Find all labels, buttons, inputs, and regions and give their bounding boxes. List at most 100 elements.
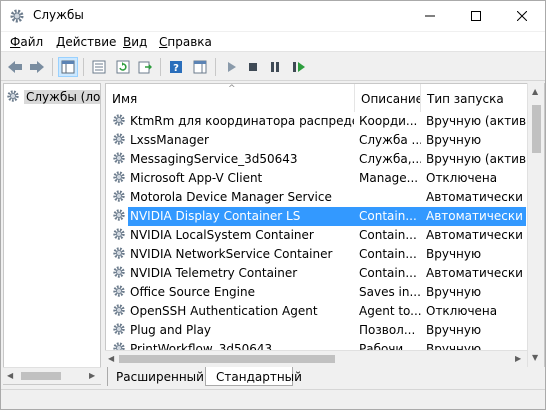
- scroll-left-icon[interactable]: ◀: [7, 371, 13, 380]
- console-tree-icon: [61, 60, 75, 74]
- scroll-right-icon[interactable]: ▶: [89, 371, 95, 380]
- start-service-button[interactable]: [221, 57, 241, 77]
- service-description: Служба ...: [359, 133, 421, 147]
- toolbar-separator: [52, 58, 53, 76]
- toolbar-separator: [215, 58, 216, 76]
- table-row[interactable]: NVIDIA Display Container LS Contain... Авт…: [106, 207, 544, 226]
- service-name: NVIDIA LocalSystem Container: [130, 228, 314, 242]
- menu-view[interactable]: Вид: [123, 35, 147, 49]
- table-row[interactable]: Office Source Engine Saves in... Вручную: [106, 283, 544, 302]
- table-row[interactable]: MessagingService_3d50643 Служба,... Вручну…: [106, 150, 544, 169]
- service-startup-type: Автоматически: [426, 209, 523, 223]
- menu-file[interactable]: Файл: [10, 35, 43, 49]
- service-description: Contain...: [359, 266, 417, 280]
- service-gear-icon: [112, 170, 126, 187]
- scroll-thumb[interactable]: [119, 355, 335, 363]
- properties-button[interactable]: [89, 57, 109, 77]
- tree-item-services-local[interactable]: Службы (локальные): [6, 88, 100, 106]
- service-description: Manage...: [359, 171, 419, 185]
- services-list: ^ Имя Описание Тип запуска KtmRm для коо…: [105, 83, 545, 367]
- column-header-description[interactable]: Описание: [355, 84, 421, 112]
- refresh-button[interactable]: [113, 57, 133, 77]
- service-startup-type: Вручную (активир: [426, 152, 531, 166]
- services-window: Службы Файл Действие Вид Справка ? Служб…: [0, 0, 546, 410]
- table-row[interactable]: Plug and Play Позвол... Вручную: [106, 321, 544, 340]
- service-startup-type: Вручную: [426, 133, 482, 147]
- svg-text:?: ?: [173, 63, 179, 74]
- service-description: Коорди...: [359, 114, 418, 128]
- service-description: Contain...: [359, 228, 417, 242]
- services-gear-icon: [9, 8, 25, 24]
- export-list-button[interactable]: [135, 57, 155, 77]
- service-startup-type: Вручную: [426, 323, 482, 337]
- forward-button[interactable]: [27, 57, 47, 77]
- service-description: Contain...: [359, 247, 417, 261]
- table-row[interactable]: Motorola Device Manager Service Автоматич…: [106, 188, 544, 207]
- title-bar: Службы: [1, 1, 545, 31]
- table-row[interactable]: OpenSSH Authentication Agent Agent to... О…: [106, 302, 544, 321]
- service-startup-type: Вручную: [426, 285, 482, 299]
- table-row[interactable]: LxssManager Служба ... Вручную: [106, 131, 544, 150]
- service-startup-type: Вручную (активир: [426, 114, 531, 128]
- stop-service-button[interactable]: [243, 57, 263, 77]
- list-icon: [92, 60, 106, 74]
- column-header-name[interactable]: Имя: [106, 84, 355, 112]
- service-startup-type: Отключена: [426, 304, 498, 318]
- window-title: Службы: [33, 8, 84, 22]
- table-row[interactable]: NVIDIA Telemetry Container Contain... Авто…: [106, 264, 544, 283]
- show-action-pane-button[interactable]: [190, 57, 210, 77]
- pause-service-button[interactable]: [265, 57, 285, 77]
- tree-horizontal-scrollbar[interactable]: ◀ ▶: [3, 367, 101, 384]
- tree-item-label: Службы (локальные): [24, 90, 100, 104]
- restart-icon: [293, 62, 305, 72]
- maximize-button[interactable]: [453, 1, 499, 31]
- scroll-right-icon[interactable]: ▶: [515, 354, 521, 363]
- list-vertical-scrollbar[interactable]: ▲ ▼: [527, 83, 544, 367]
- table-row[interactable]: NVIDIA NetworkService Container Contain..…: [106, 245, 544, 264]
- service-name: NVIDIA NetworkService Container: [130, 247, 333, 261]
- service-name: NVIDIA Telemetry Container: [130, 266, 298, 280]
- service-name: KtmRm для координатора распределе...: [130, 114, 354, 128]
- refresh-icon: [116, 60, 130, 74]
- scroll-thumb[interactable]: [532, 105, 541, 153]
- service-name: LxssManager: [130, 133, 209, 147]
- column-header-startup-type[interactable]: Тип запуска: [421, 84, 531, 112]
- service-gear-icon: [112, 303, 126, 320]
- action-pane-icon: [193, 60, 207, 74]
- service-name: Motorola Device Manager Service: [130, 190, 332, 204]
- restart-service-button[interactable]: [289, 57, 309, 77]
- table-row[interactable]: NVIDIA LocalSystem Container Contain... Ав…: [106, 226, 544, 245]
- service-description: Contain...: [359, 209, 417, 223]
- service-gear-icon: [112, 151, 126, 168]
- toolbar-separator: [83, 58, 84, 76]
- list-horizontal-scrollbar[interactable]: ◀ ▶: [105, 350, 527, 367]
- play-icon: [228, 62, 236, 72]
- menu-action[interactable]: Действие: [56, 35, 116, 49]
- help-button[interactable]: ?: [166, 57, 186, 77]
- scroll-up-icon[interactable]: ▲: [532, 87, 538, 96]
- menu-help[interactable]: Справка: [159, 35, 212, 49]
- table-row[interactable]: Microsoft App-V Client Manage... Отключена: [106, 169, 544, 188]
- minimize-button[interactable]: [407, 1, 453, 31]
- service-startup-type: Автоматически: [426, 190, 523, 204]
- service-name: NVIDIA Display Container LS: [130, 209, 301, 223]
- back-button[interactable]: [5, 57, 25, 77]
- tab-extended[interactable]: Расширенный: [107, 367, 207, 386]
- service-gear-icon: [112, 246, 126, 263]
- table-row[interactable]: KtmRm для координатора распределе... Коор…: [106, 112, 544, 131]
- close-button[interactable]: [499, 1, 545, 31]
- show-console-tree-button[interactable]: [58, 57, 78, 77]
- service-gear-icon: [112, 322, 126, 339]
- service-gear-icon: [112, 265, 126, 282]
- service-description: Позвол...: [359, 323, 416, 337]
- service-startup-type: Вручную: [426, 247, 482, 261]
- scroll-left-icon[interactable]: ◀: [108, 354, 114, 363]
- scroll-down-icon[interactable]: ▼: [532, 353, 538, 362]
- scroll-thumb[interactable]: [21, 372, 61, 380]
- service-gear-icon: [112, 113, 126, 130]
- service-gear-icon: [112, 208, 126, 225]
- status-bar: [1, 389, 545, 409]
- service-gear-icon: [112, 227, 126, 244]
- tab-standard[interactable]: Стандартный: [205, 367, 302, 386]
- service-description: Saves in...: [359, 285, 421, 299]
